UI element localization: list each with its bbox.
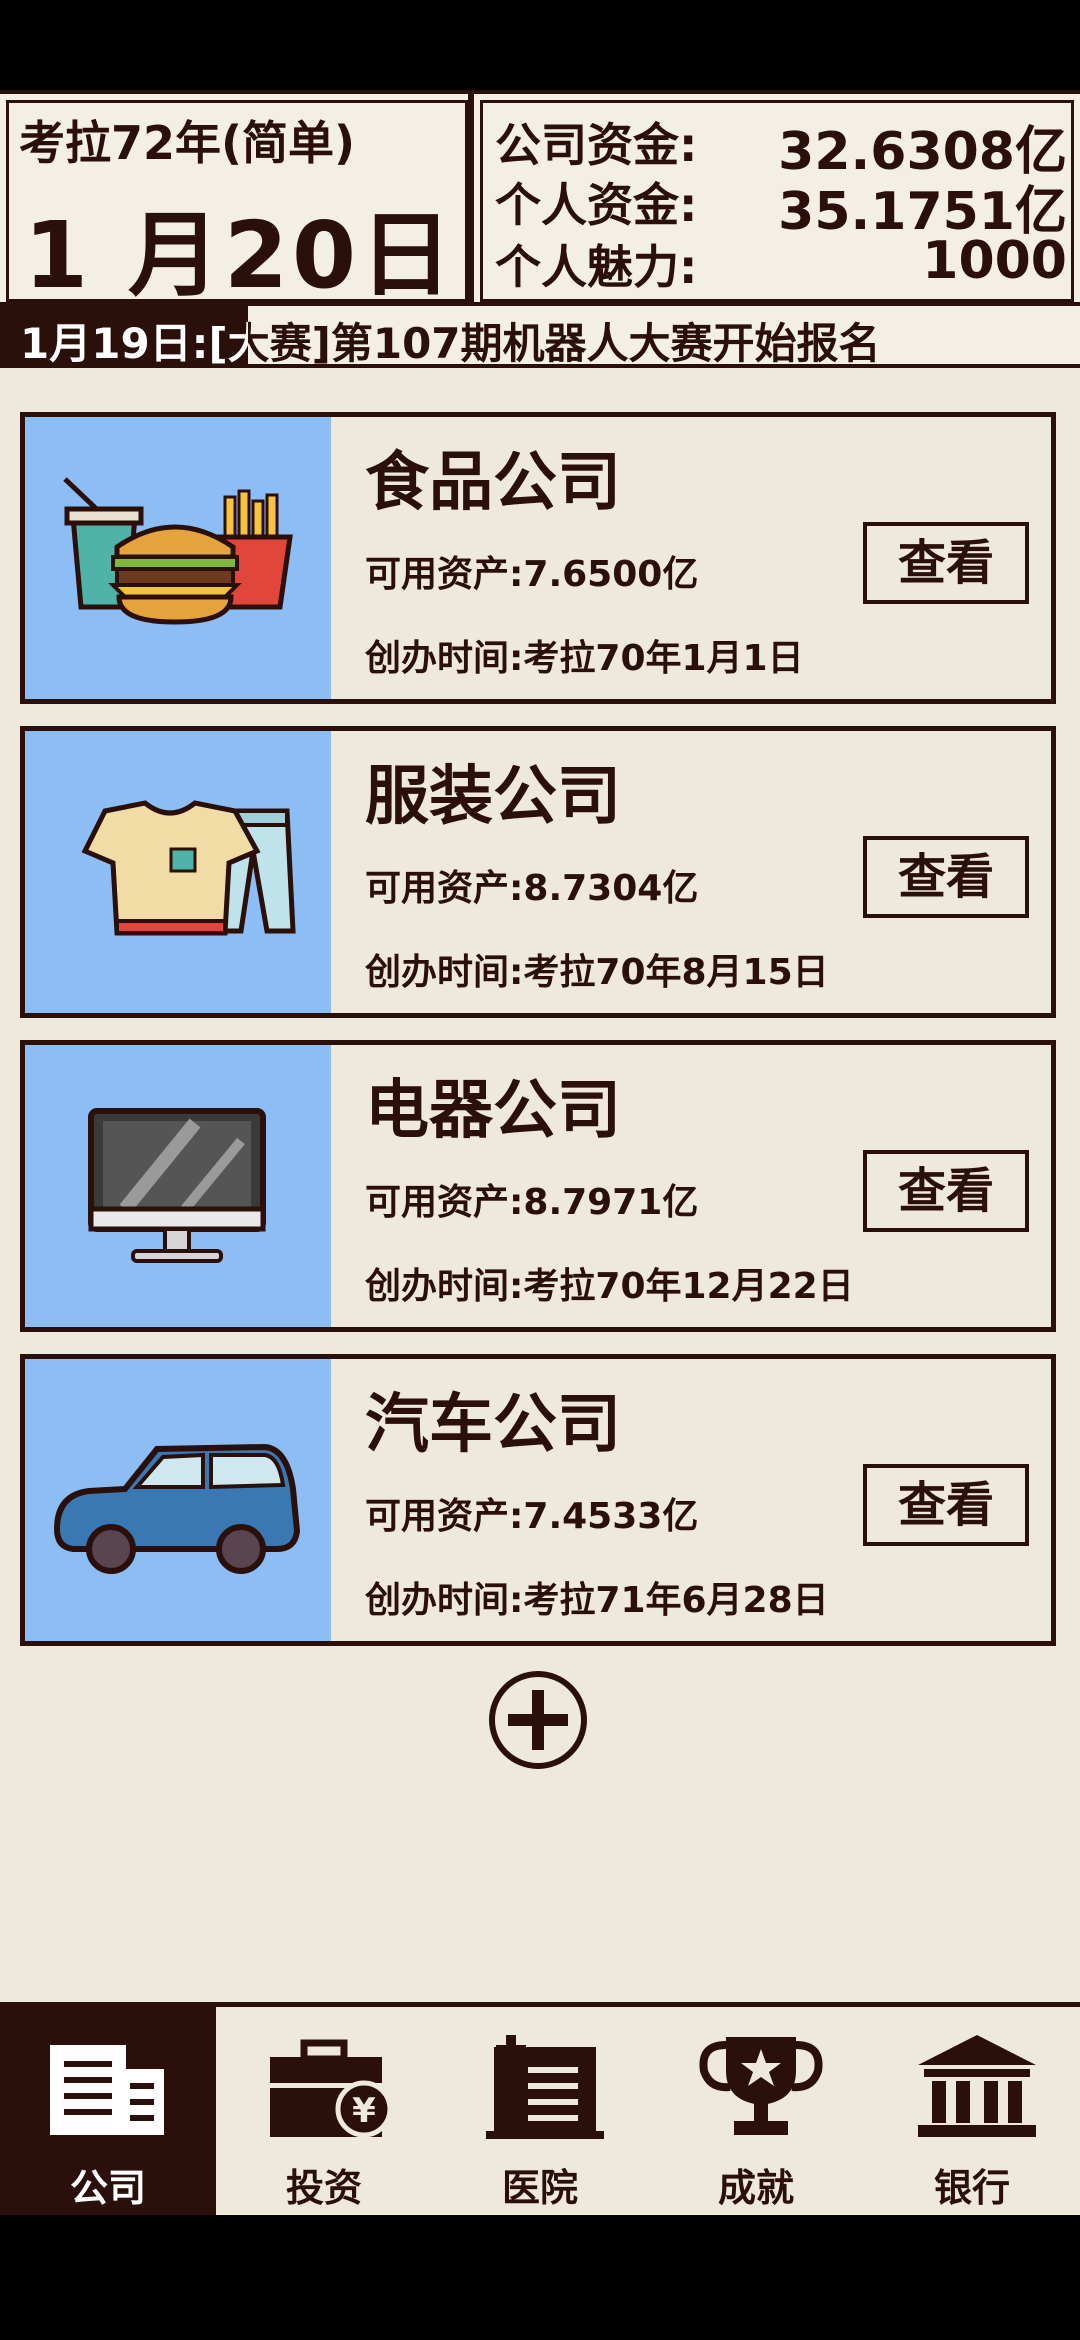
view-car-company-button[interactable]: 查看 <box>863 1464 1029 1546</box>
charisma-label: 个人魅力: <box>495 240 698 294</box>
company-name: 食品公司 <box>365 446 621 520</box>
add-company-button[interactable] <box>488 1670 588 1770</box>
plus-circle-icon <box>489 1671 587 1769</box>
personal-funds-row: 个人资金: 35.1751亿 <box>495 169 1067 242</box>
nav-tab-bank[interactable]: 银行 <box>864 2007 1080 2215</box>
monitor-icon <box>88 1108 266 1263</box>
date-panel: 考拉72年(简单) 1 月20日 <box>6 100 468 309</box>
view-food-company-button[interactable]: 查看 <box>863 522 1029 604</box>
current-date: 1 月20日 <box>23 202 457 309</box>
briefcase-yen-icon: ¥ <box>270 2039 393 2138</box>
fast-food-icon <box>63 477 293 625</box>
bank-icon <box>918 2035 1036 2137</box>
company-image-food <box>25 417 331 699</box>
company-founded-date: 创办时间:考拉70年1月1日 <box>365 638 804 679</box>
ticker-text: 1月19日:[大赛]第107期机器人大赛开始报名 <box>20 310 881 371</box>
company-founded-date: 创办时间:考拉70年8月15日 <box>365 952 829 993</box>
company-image-electronics <box>25 1045 331 1327</box>
company-founded-date: 创办时间:考拉70年12月22日 <box>365 1266 854 1307</box>
company-funds-row: 公司资金: 32.6308亿 <box>495 109 1067 182</box>
header-divider <box>468 94 474 302</box>
trophy-icon <box>699 2037 823 2135</box>
car-icon <box>53 1443 301 1574</box>
svg-text:¥: ¥ <box>352 2091 376 2131</box>
status-header: 考拉72年(简单) 1 月20日 公司资金: 32.6308亿 个人资金: 35… <box>0 90 1080 309</box>
view-electronics-company-button[interactable]: 查看 <box>863 1150 1029 1232</box>
company-card-food: 食品公司 可用资产:7.6500亿 创办时间:考拉70年1月1日 查看 <box>20 412 1056 704</box>
nav-label-hospital: 医院 <box>501 2166 578 2210</box>
personal-funds-label: 个人资金: <box>495 178 698 232</box>
company-assets: 可用资产:7.6500亿 <box>365 554 699 595</box>
bottom-navigation: 公司 ¥ 投资 医院 成就 银行 <box>0 2002 1080 2215</box>
company-name: 服装公司 <box>365 760 621 834</box>
charisma-row: 个人魅力: 1000 <box>495 231 1067 294</box>
company-assets: 可用资产:7.4533亿 <box>365 1496 699 1537</box>
nav-label-company: 公司 <box>69 2166 146 2210</box>
funds-panel: 公司资金: 32.6308亿 个人资金: 35.1751亿 个人魅力: 1000 <box>480 100 1074 302</box>
nav-tab-company[interactable]: 公司 <box>0 2007 216 2215</box>
nav-tab-hospital[interactable]: 医院 <box>432 2007 648 2215</box>
company-assets: 可用资产:8.7971亿 <box>365 1182 699 1223</box>
company-assets: 可用资产:8.7304亿 <box>365 868 699 909</box>
company-name: 电器公司 <box>365 1074 621 1148</box>
nav-label-achievements: 成就 <box>717 2166 794 2210</box>
company-funds-label: 公司资金: <box>495 118 698 172</box>
company-founded-date: 创办时间:考拉71年6月28日 <box>365 1580 829 1621</box>
news-ticker: 1月19日:[大赛]第107期机器人大赛开始报名 <box>0 306 1080 368</box>
company-name: 汽车公司 <box>365 1388 621 1462</box>
view-clothing-company-button[interactable]: 查看 <box>863 836 1029 918</box>
company-card-clothing: 服装公司 可用资产:8.7304亿 创办时间:考拉70年8月15日 查看 <box>20 726 1056 1018</box>
nav-tab-invest[interactable]: ¥ 投资 <box>216 2007 432 2215</box>
hospital-icon <box>486 2035 604 2139</box>
charisma-value: 1000 <box>922 231 1067 291</box>
year-difficulty-label: 考拉72年(简单) <box>19 116 356 170</box>
company-image-car <box>25 1359 331 1641</box>
company-image-clothing <box>25 731 331 1013</box>
nav-label-bank: 银行 <box>933 2166 1010 2210</box>
nav-tab-achievements[interactable]: 成就 <box>648 2007 864 2215</box>
clothing-icon <box>81 800 296 936</box>
office-building-icon <box>50 2045 164 2135</box>
company-card-electronics: 电器公司 可用资产:8.7971亿 创办时间:考拉70年12月22日 查看 <box>20 1040 1056 1332</box>
nav-label-invest: 投资 <box>285 2166 362 2210</box>
game-screen: 考拉72年(简单) 1 月20日 公司资金: 32.6308亿 个人资金: 35… <box>0 90 1080 2215</box>
company-card-car: 汽车公司 可用资产:7.4533亿 创办时间:考拉71年6月28日 查看 <box>20 1354 1056 1646</box>
